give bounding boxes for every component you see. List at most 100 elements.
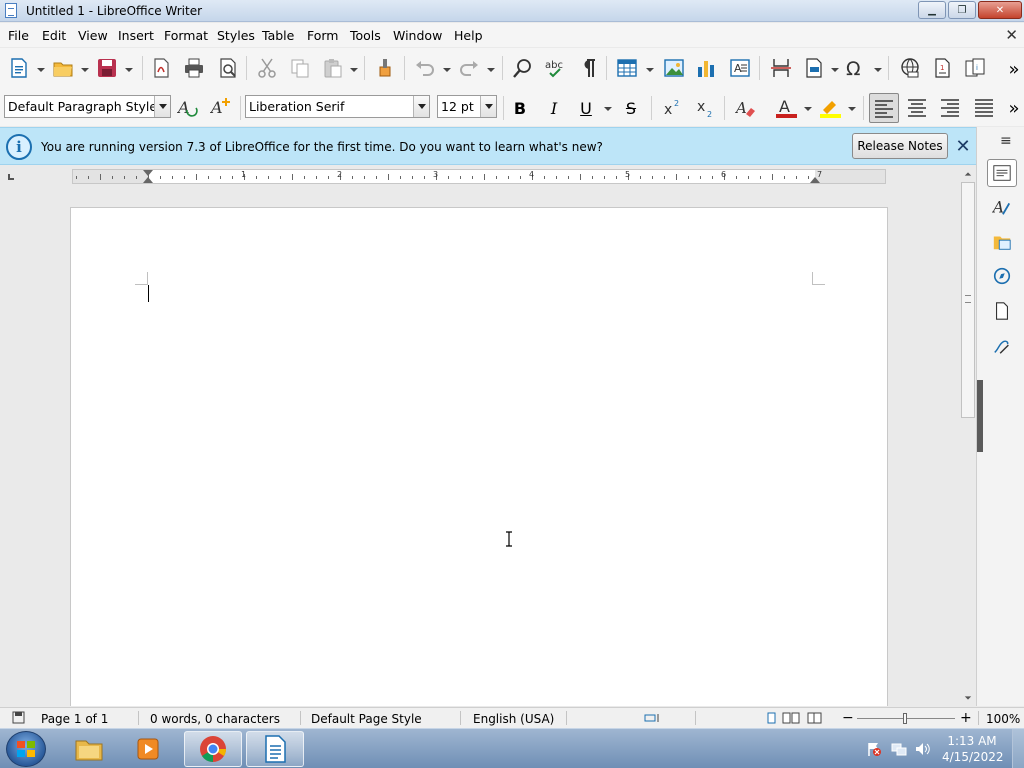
special-character-dropdown-icon[interactable] [874,66,882,74]
menu-insert[interactable]: Insert [118,28,154,43]
action-center-icon[interactable] [866,741,882,757]
formatting-toolbar-more-icon[interactable]: » [1002,96,1024,120]
font-name-value[interactable]: Liberation Serif [246,99,413,114]
find-replace-icon[interactable] [510,55,536,81]
italic-button[interactable]: I [542,96,566,120]
insert-field-icon[interactable] [801,55,827,81]
standard-toolbar-more-icon[interactable]: » [1002,57,1024,81]
document-modified-icon[interactable] [12,711,25,724]
language[interactable]: English (USA) [473,712,554,726]
undo-icon[interactable] [412,55,438,81]
special-character-icon[interactable]: Ω [843,55,869,81]
paste-dropdown-icon[interactable] [350,66,358,74]
print-icon[interactable] [181,55,207,81]
hyperlink-icon[interactable] [897,55,923,81]
underline-dropdown-icon[interactable] [604,105,612,113]
font-size-combo[interactable]: 12 pt [437,95,497,118]
menu-table[interactable]: Table [262,28,294,43]
sidebar-page-icon[interactable] [987,297,1017,325]
taskbar-explorer-button[interactable] [60,731,118,767]
font-color-dropdown-icon[interactable] [804,105,812,113]
menu-view[interactable]: View [78,28,108,43]
taskbar-media-player-button[interactable] [120,731,178,767]
redo-icon[interactable] [456,55,482,81]
zoom-level[interactable]: 100% [986,712,1020,726]
sidebar-manage-changes-icon[interactable] [987,332,1017,360]
sidebar-gallery-icon[interactable] [987,228,1017,256]
redo-dropdown-icon[interactable] [487,66,495,74]
clear-formatting-icon[interactable]: A [733,94,759,120]
horizontal-ruler[interactable]: 1234567 [72,169,886,184]
save-dropdown-icon[interactable] [125,66,133,74]
network-icon[interactable] [891,741,907,757]
scroll-down-icon[interactable] [963,693,973,703]
sidebar-collapse-handle[interactable] [977,380,983,452]
infobar-close-icon[interactable]: ✕ [954,136,972,157]
strikethrough-button[interactable]: S [619,96,643,120]
subscript-icon[interactable]: x2 [693,94,719,120]
indent-marker-left[interactable] [143,170,153,176]
field-dropdown-icon[interactable] [831,66,839,74]
start-button[interactable] [6,731,46,767]
maximize-button[interactable]: ❐ [948,1,976,19]
menu-help[interactable]: Help [454,28,483,43]
zoom-out-button[interactable]: − [842,710,854,726]
menu-styles[interactable]: Styles [217,28,255,43]
vertical-scrollbar[interactable] [960,166,976,706]
font-size-dropdown-icon[interactable] [480,96,496,117]
selection-mode-icon[interactable] [644,713,662,723]
insert-table-icon[interactable] [614,55,640,81]
volume-icon[interactable] [915,741,931,757]
underline-button[interactable]: U [574,96,598,120]
page-style[interactable]: Default Page Style [311,712,422,726]
tab-stop-selector[interactable] [8,174,14,180]
font-name-dropdown-icon[interactable] [413,96,429,117]
sidebar-navigator-icon[interactable] [987,262,1017,290]
paste-icon[interactable] [320,55,346,81]
copy-icon[interactable] [287,55,313,81]
indent-marker-right[interactable] [810,177,820,183]
new-document-icon[interactable] [6,55,32,81]
bold-button[interactable]: B [508,96,532,120]
sidebar-styles-icon[interactable]: A [987,193,1017,221]
scrollbar-thumb[interactable] [961,182,975,418]
align-right-icon[interactable] [937,94,963,120]
align-left-button[interactable] [869,93,899,123]
taskbar-writer-button[interactable] [246,731,304,767]
sidebar-properties-icon[interactable] [987,159,1017,187]
close-document-icon[interactable]: ✕ [1005,26,1018,44]
insert-image-icon[interactable] [661,55,687,81]
taskbar-clock[interactable]: 1:13 AM 4/15/2022 [942,733,1004,765]
sidebar-menu-icon[interactable]: ≡ [1000,133,1012,149]
page-break-icon[interactable] [768,55,794,81]
clone-formatting-icon[interactable] [372,55,398,81]
menu-file[interactable]: File [8,28,29,43]
save-icon[interactable] [94,55,120,81]
cut-icon[interactable] [254,55,280,81]
indent-marker-left-bottom[interactable] [143,177,153,183]
font-color-icon[interactable]: A [773,94,799,120]
undo-dropdown-icon[interactable] [443,66,451,74]
insert-textbox-icon[interactable]: A [727,55,753,81]
footnote-icon[interactable]: 1 [929,55,955,81]
font-size-value[interactable]: 12 pt [438,99,480,114]
scroll-up-icon[interactable] [963,169,973,179]
menu-window[interactable]: Window [393,28,442,43]
justify-icon[interactable] [971,94,997,120]
menu-format[interactable]: Format [164,28,208,43]
highlight-dropdown-icon[interactable] [848,105,856,113]
release-notes-button[interactable]: Release Notes [852,133,948,159]
update-style-icon[interactable]: A [175,94,201,120]
show-desktop-button[interactable] [1012,729,1024,768]
zoom-slider-thumb[interactable] [903,713,907,724]
document-page[interactable] [70,207,888,706]
highlight-color-icon[interactable] [817,94,843,120]
paragraph-style-combo[interactable]: Default Paragraph Style [4,95,171,118]
print-preview-icon[interactable] [215,55,241,81]
insert-chart-icon[interactable] [693,55,719,81]
view-layout-icons[interactable] [766,712,824,724]
paragraph-style-dropdown-icon[interactable] [154,96,170,117]
paragraph-style-value[interactable]: Default Paragraph Style [5,99,154,114]
menu-tools[interactable]: Tools [350,28,381,43]
font-name-combo[interactable]: Liberation Serif [245,95,430,118]
